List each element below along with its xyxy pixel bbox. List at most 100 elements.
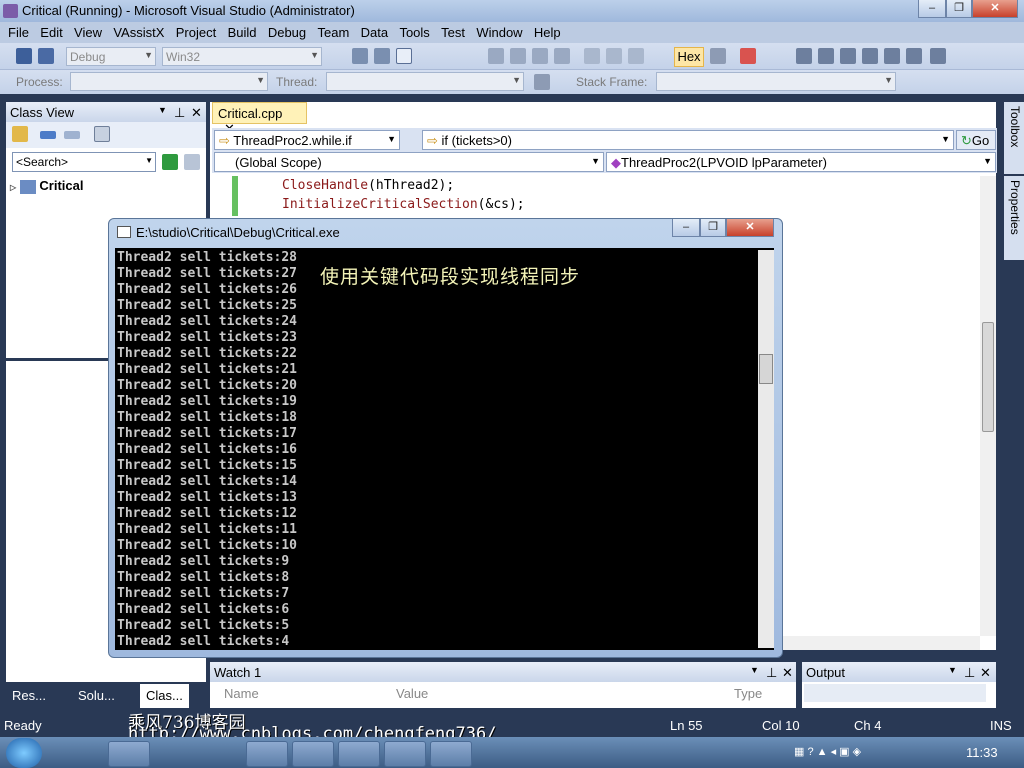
menu-build[interactable]: Build <box>228 22 257 40</box>
hex-toggle-button[interactable]: Hex <box>674 47 704 67</box>
expand-arrow-icon[interactable]: ▷ <box>10 183 16 192</box>
function-select[interactable]: ◆ThreadProc2(LPVOID lpParameter) ▼ <box>606 152 996 172</box>
editor-vertical-scrollbar[interactable] <box>980 176 996 636</box>
outdent-icon[interactable] <box>374 48 390 64</box>
menu-view[interactable]: View <box>74 22 102 40</box>
notepad-icon[interactable] <box>384 741 426 767</box>
console-maximize-button[interactable]: ❐ <box>700 219 726 237</box>
scope-select[interactable]: (Global Scope) ▼ <box>214 152 604 172</box>
save-icon[interactable] <box>16 48 32 64</box>
code-line[interactable]: CloseHandle(hThread2); <box>282 178 454 193</box>
clock[interactable]: 11:33 <box>966 745 998 760</box>
chevron-down-icon[interactable]: ▼ <box>948 665 957 675</box>
block-select[interactable]: ⇨ ThreadProc2.while.if ▼ <box>214 130 400 150</box>
menu-data[interactable]: Data <box>361 22 388 40</box>
clear-search-icon[interactable] <box>184 154 200 170</box>
config-select[interactable]: Debug ▼ <box>66 47 156 66</box>
continue-icon[interactable] <box>488 48 504 64</box>
watch-col-value[interactable]: Value <box>396 686 428 701</box>
menu-debug[interactable]: Debug <box>268 22 306 40</box>
open-file-icon[interactable] <box>862 48 878 64</box>
scope-value: (Global Scope) <box>235 155 322 170</box>
editor-horizontal-scrollbar[interactable] <box>780 636 980 650</box>
step-over-icon[interactable] <box>606 48 622 64</box>
watch-col-name[interactable]: Name <box>224 686 390 701</box>
pin-icon[interactable]: ⊥ <box>766 665 777 681</box>
menu-vassistx[interactable]: VAssistX <box>113 22 164 40</box>
ie-icon[interactable] <box>108 741 150 767</box>
folder-icon[interactable] <box>12 126 28 142</box>
breakpoints-icon[interactable] <box>740 48 756 64</box>
class-search-input[interactable]: <Search> ▼ <box>12 152 156 172</box>
console-minimize-button[interactable]: – <box>672 219 700 237</box>
flag-icon[interactable] <box>534 74 550 90</box>
tab-resource-view[interactable]: Res... <box>12 688 46 703</box>
close-icon[interactable]: ✕ <box>191 105 202 121</box>
chevron-down-icon[interactable]: ▼ <box>980 106 989 116</box>
step-out-icon[interactable] <box>628 48 644 64</box>
scroll-thumb[interactable] <box>759 354 773 384</box>
platform-select[interactable]: Win32 ▼ <box>162 47 322 66</box>
menu-test[interactable]: Test <box>441 22 465 40</box>
toolbox-tab[interactable]: Toolbox <box>1004 102 1024 174</box>
close-icon[interactable]: ✕ <box>782 665 793 681</box>
settings-icon[interactable] <box>94 126 110 142</box>
forward-arrow-icon[interactable] <box>64 131 80 139</box>
properties-tab[interactable]: Properties <box>1004 176 1024 260</box>
chevron-down-icon[interactable]: ▼ <box>750 665 759 675</box>
step-into-icon[interactable] <box>584 48 600 64</box>
menu-edit[interactable]: Edit <box>40 22 62 40</box>
find-icon[interactable] <box>796 48 812 64</box>
pause-icon[interactable] <box>510 48 526 64</box>
tab-class-view[interactable]: Clas... <box>140 684 189 708</box>
explorer-icon[interactable] <box>338 741 380 767</box>
console-taskbar-icon[interactable] <box>430 741 472 767</box>
visual-studio-taskbar-icon[interactable] <box>292 741 334 767</box>
save-all-icon[interactable] <box>38 48 54 64</box>
options-icon[interactable] <box>930 48 946 64</box>
bookmark-icon[interactable] <box>840 48 856 64</box>
goto-icon[interactable] <box>818 48 834 64</box>
menu-file[interactable]: File <box>8 22 29 40</box>
tab-solution-explorer[interactable]: Solu... <box>78 688 115 703</box>
maximize-button[interactable]: ❐ <box>946 0 972 18</box>
taskbar-app-icon[interactable] <box>156 741 198 767</box>
process-select[interactable]: ▼ <box>70 72 268 91</box>
menu-project[interactable]: Project <box>176 22 216 40</box>
search-go-icon[interactable] <box>162 154 178 170</box>
taskbar-app-icon[interactable] <box>200 741 242 767</box>
menu-team[interactable]: Team <box>317 22 349 40</box>
code-line[interactable]: InitializeCriticalSection(&cs); <box>282 197 525 212</box>
scroll-thumb[interactable] <box>982 322 994 432</box>
start-button[interactable] <box>6 738 42 768</box>
chevron-down-icon[interactable]: ▼ <box>158 105 167 115</box>
thread-select[interactable]: ▼ <box>326 72 524 91</box>
symbol-icon[interactable] <box>884 48 900 64</box>
back-arrow-icon[interactable] <box>40 131 56 139</box>
msdn-icon[interactable] <box>246 741 288 767</box>
stack-frame-select[interactable]: ▼ <box>656 72 896 91</box>
comment-icon[interactable] <box>396 48 412 64</box>
indent-icon[interactable] <box>352 48 368 64</box>
statement-select[interactable]: ⇨ if (tickets>0) ▼ <box>422 130 954 150</box>
threads-icon[interactable] <box>710 48 726 64</box>
console-scrollbar[interactable] <box>758 250 774 648</box>
menu-tools[interactable]: Tools <box>399 22 429 40</box>
menu-help[interactable]: Help <box>534 22 561 40</box>
restart-icon[interactable] <box>554 48 570 64</box>
menu-window[interactable]: Window <box>476 22 522 40</box>
console-close-button[interactable]: ✕ <box>726 219 774 237</box>
taskbar-app-icon[interactable] <box>62 741 98 767</box>
tree-item-critical[interactable]: ▷ Critical <box>10 178 83 194</box>
tray-icons[interactable]: ▦ ? ▲ ◂ ▣ ◈ <box>794 745 861 758</box>
pin-icon[interactable]: ⊥ <box>174 105 185 121</box>
spell-check-icon[interactable] <box>906 48 922 64</box>
close-button[interactable]: ✕ <box>972 0 1018 18</box>
watch-col-type[interactable]: Type <box>734 686 762 701</box>
close-icon[interactable]: ✕ <box>980 665 991 681</box>
pin-icon[interactable]: ⊥ <box>964 665 975 681</box>
tab-critical-cpp[interactable]: Critical.cpp ✕ <box>212 102 307 136</box>
go-button[interactable]: ↻Go <box>956 130 996 150</box>
minimize-button[interactable]: – <box>918 0 946 18</box>
stop-icon[interactable] <box>532 48 548 64</box>
